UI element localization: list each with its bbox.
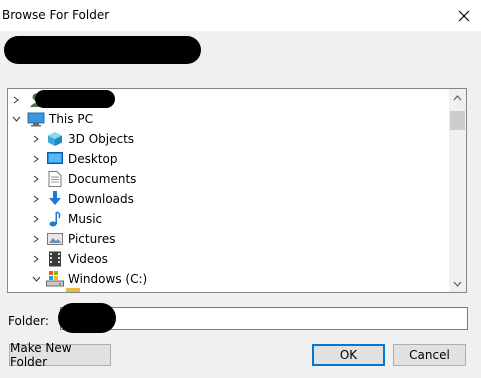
tree-item-desktop[interactable]: Desktop (8, 149, 449, 169)
tree-item-label: This PC (49, 112, 93, 126)
scroll-down-button[interactable] (449, 275, 466, 292)
folder-tree[interactable]: This PC 3D Objects Desktop Documents Dow… (7, 88, 467, 293)
tree-item-documents[interactable]: Documents (8, 169, 449, 189)
tree-item-videos[interactable]: Videos (8, 249, 449, 269)
drive-icon (46, 270, 64, 288)
tree-item-label: Downloads (68, 192, 134, 206)
redacted-user-name (35, 90, 115, 108)
close-icon (458, 10, 470, 21)
scroll-thumb[interactable] (450, 111, 465, 130)
folder-icon (66, 288, 80, 292)
vertical-scrollbar[interactable] (449, 89, 466, 292)
title-bar: Browse For Folder (0, 0, 481, 31)
folder-input[interactable] (60, 307, 468, 330)
browse-for-folder-dialog: Browse For Folder This PC 3D Objects Des… (0, 0, 481, 378)
videos-icon (46, 250, 64, 268)
tree-item-this-pc[interactable]: This PC (8, 109, 449, 129)
chevron-right-icon[interactable] (30, 149, 42, 169)
window-title: Browse For Folder (2, 8, 110, 22)
close-button[interactable] (447, 0, 481, 31)
chevron-right-icon[interactable] (10, 90, 22, 110)
tree-item-downloads[interactable]: Downloads (8, 189, 449, 209)
tree-item-windows-c[interactable]: Windows (C:) (8, 269, 449, 289)
chevron-up-icon (453, 94, 462, 100)
ok-button[interactable]: OK (312, 344, 385, 366)
pictures-icon (46, 230, 64, 248)
desktop-icon (46, 150, 64, 168)
tree-item-user[interactable] (8, 90, 449, 110)
chevron-right-icon[interactable] (30, 129, 42, 149)
folder-label: Folder: (8, 314, 49, 328)
chevron-down-icon[interactable] (10, 109, 22, 129)
redacted-folder-value (58, 303, 116, 333)
tree-item-pictures[interactable]: Pictures (8, 229, 449, 249)
tree-item-label: Music (68, 212, 103, 226)
tree-item-label: Documents (68, 172, 137, 186)
chevron-down-icon[interactable] (30, 269, 42, 289)
chevron-right-icon[interactable] (30, 209, 42, 229)
chevron-down-icon (453, 281, 462, 287)
make-new-folder-button[interactable]: Make New Folder (9, 341, 111, 369)
tree-item-label: Videos (68, 252, 108, 266)
download-icon (46, 190, 64, 208)
cancel-button[interactable]: Cancel (393, 344, 466, 366)
tree-item-label: 3D Objects (68, 132, 135, 146)
redacted-description (4, 36, 201, 64)
chevron-right-icon[interactable] (30, 169, 42, 189)
document-icon (46, 170, 64, 188)
tree-item-music[interactable]: Music (8, 209, 449, 229)
cube-icon (46, 130, 64, 148)
music-icon (46, 210, 64, 228)
chevron-right-icon[interactable] (30, 249, 42, 269)
chevron-right-icon[interactable] (30, 229, 42, 249)
tree-item-label: Windows (C:) (68, 272, 148, 286)
scroll-up-button[interactable] (449, 89, 466, 106)
computer-icon (27, 110, 45, 128)
tree-item-3d-objects[interactable]: 3D Objects (8, 129, 449, 149)
chevron-right-icon[interactable] (30, 189, 42, 209)
tree-item-label: Desktop (68, 152, 118, 166)
tree-item-label: Pictures (68, 232, 116, 246)
